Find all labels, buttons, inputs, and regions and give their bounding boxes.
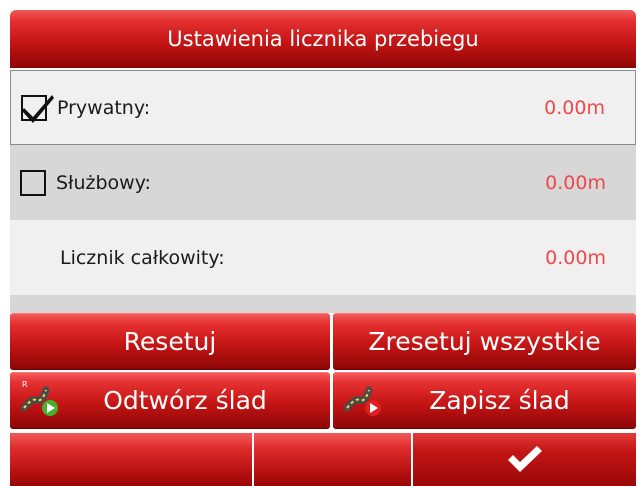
title-bar: Ustawienia licznika przebiegu	[10, 10, 636, 68]
business-label: Służbowy:	[56, 171, 151, 194]
reset-all-label: Zresetuj wszystkie	[368, 327, 601, 356]
save-track-button[interactable]: Zapisz ślad	[333, 372, 636, 429]
dialog-title: Ustawienia licznika przebiegu	[167, 27, 479, 51]
track-replay-icon: R	[20, 378, 60, 424]
total-label: Licznik całkowity:	[60, 246, 225, 269]
save-track-label: Zapisz ślad	[429, 386, 570, 415]
private-label: Prywatny:	[57, 96, 151, 119]
bottom-button-left[interactable]	[10, 433, 252, 486]
row-private-counter[interactable]: Prywatny: 0.00m	[10, 70, 636, 145]
checkmark-icon	[22, 94, 54, 123]
reset-label: Resetuj	[123, 327, 217, 356]
private-checkbox[interactable]	[21, 94, 54, 123]
reset-all-button[interactable]: Zresetuj wszystkie	[333, 313, 636, 370]
checkmark-icon	[507, 445, 542, 472]
list-spacer	[10, 295, 636, 313]
bottom-button-middle[interactable]	[254, 433, 411, 486]
row-business-counter[interactable]: Służbowy: 0.00m	[10, 145, 636, 220]
track-record-icon	[343, 378, 383, 424]
ok-button[interactable]	[413, 433, 636, 486]
reset-button[interactable]: Resetuj	[10, 313, 330, 370]
business-value: 0.00m	[545, 171, 606, 194]
business-checkbox[interactable]	[20, 169, 46, 196]
svg-text:R: R	[22, 380, 28, 389]
replay-track-label: Odtwórz ślad	[103, 386, 267, 415]
private-value: 0.00m	[544, 96, 605, 119]
row-total-counter: Licznik całkowity: 0.00m	[10, 220, 636, 295]
replay-track-button[interactable]: R Odtwórz ślad	[10, 372, 330, 429]
total-value: 0.00m	[545, 246, 606, 269]
